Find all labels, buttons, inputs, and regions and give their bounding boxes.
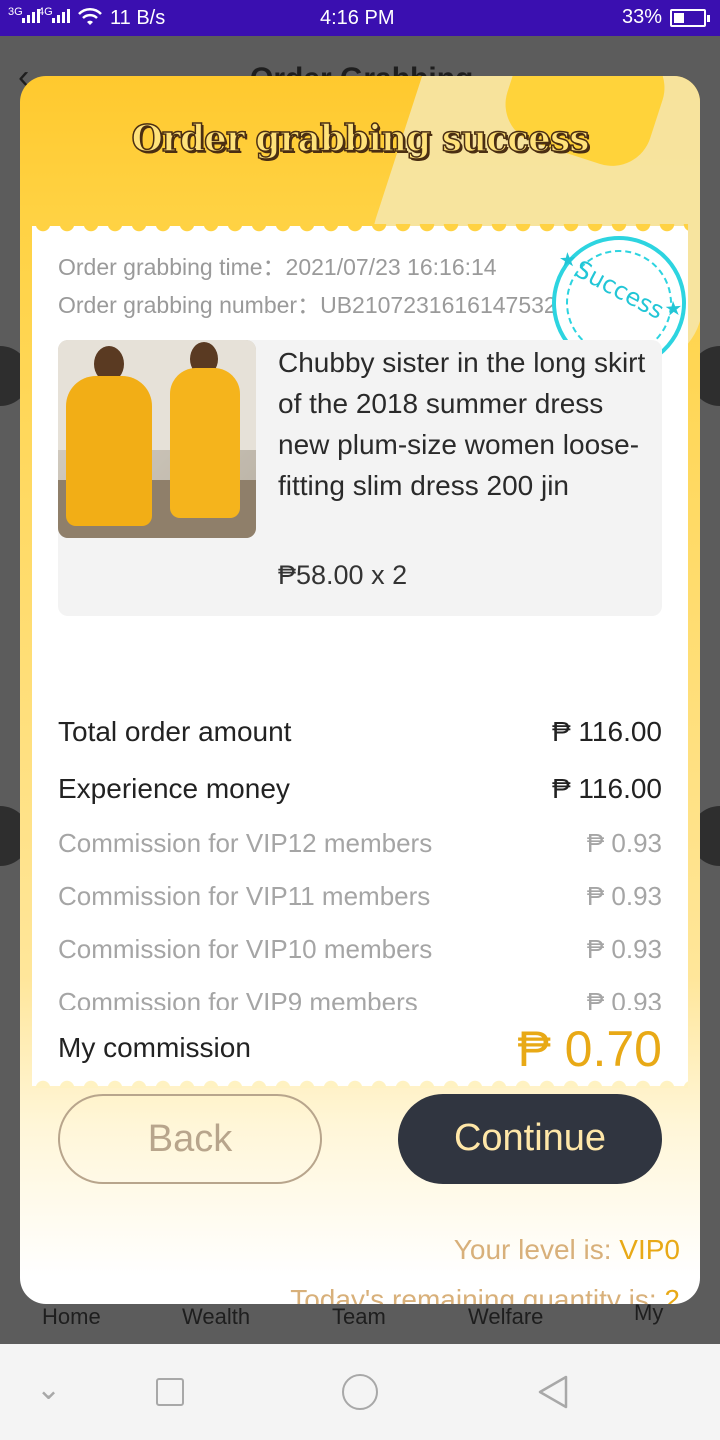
experience-money-value: ₱ 116.00 xyxy=(551,773,662,804)
commission-value: ₱ 0.93 xyxy=(586,987,662,1010)
product-price: ₱58.00 x 2 xyxy=(278,560,408,590)
product-image xyxy=(58,340,256,538)
status-bar: 3G 4G 11 B/s 4:16 PM 33% xyxy=(0,0,720,36)
order-time: Order grabbing time：2021/07/23 16:16:14 xyxy=(58,248,497,282)
ticket-edge xyxy=(32,224,688,238)
vip-level-value: VIP0 xyxy=(619,1234,680,1265)
battery-percent: 33% xyxy=(622,6,663,28)
experience-money-label: Experience money xyxy=(58,773,290,804)
commission-value: ₱ 0.93 xyxy=(586,934,662,964)
product-card: Chubby sister in the long skirt of the 2… xyxy=(58,340,662,616)
order-ticket: Order grabbing time：2021/07/23 16:16:14 … xyxy=(32,224,691,1088)
network-4g-label: 4G xyxy=(38,6,53,18)
network-3g-label: 3G xyxy=(8,6,23,18)
product-name: Chubby sister in the long skirt of the 2… xyxy=(278,347,646,501)
wifi-icon xyxy=(78,7,102,25)
tab-home[interactable]: Home xyxy=(42,1304,101,1330)
commission-value: ₱ 0.93 xyxy=(586,828,662,858)
vip-level: Your level is: VIP0 xyxy=(454,1234,680,1266)
network-speed: 11 B/s xyxy=(110,7,166,29)
remaining-quantity: Today's remaining quantity is: 2 xyxy=(290,1284,680,1304)
tab-welfare[interactable]: Welfare xyxy=(468,1304,543,1330)
back-button[interactable]: Back xyxy=(58,1094,322,1184)
clock: 4:16 PM xyxy=(320,7,395,29)
star-icon: ★ xyxy=(558,248,578,273)
battery-icon xyxy=(670,9,710,27)
chevron-down-icon[interactable]: ⌄ xyxy=(36,1372,61,1407)
tab-wealth[interactable]: Wealth xyxy=(182,1304,250,1330)
system-nav-bar: ⌄ xyxy=(0,1344,720,1440)
commission-label: Commission for VIP11 members xyxy=(58,881,431,911)
total-order-value: ₱ 116.00 xyxy=(551,716,662,747)
tab-team[interactable]: Team xyxy=(332,1304,386,1330)
triangle-back-icon[interactable] xyxy=(536,1374,570,1410)
commission-value: ₱ 0.93 xyxy=(586,881,662,911)
total-order-label: Total order amount xyxy=(58,716,292,747)
order-number-label: Order grabbing number： xyxy=(58,292,321,318)
order-time-value: 2021/07/23 16:16:14 xyxy=(285,254,497,280)
remaining-quantity-value: 2 xyxy=(664,1284,680,1304)
commission-list[interactable]: Commission for VIP12 members ₱ 0.93 Comm… xyxy=(32,826,688,1010)
dialog-title: Order grabbing success xyxy=(131,117,591,161)
success-dialog: Order grabbing success Order grabbing ti… xyxy=(20,76,700,1304)
order-number-value: UB2107231616147532 xyxy=(320,292,557,318)
order-number: Order grabbing number：UB2107231616147532 xyxy=(58,286,557,320)
commission-label: Commission for VIP12 members xyxy=(58,828,433,858)
continue-button[interactable]: Continue xyxy=(398,1094,662,1184)
ticket-edge xyxy=(32,1074,688,1088)
circle-home-icon[interactable] xyxy=(342,1374,378,1410)
square-recent-icon[interactable] xyxy=(156,1378,184,1406)
my-commission-value: ₱ 0.70 xyxy=(517,1021,662,1077)
commission-label: Commission for VIP9 members xyxy=(58,987,418,1010)
my-commission-label: My commission xyxy=(58,1032,251,1063)
order-time-label: Order grabbing time： xyxy=(58,254,286,280)
signal-icon xyxy=(52,9,70,23)
remaining-quantity-label: Today's remaining quantity is: xyxy=(290,1284,665,1304)
star-icon: ★ xyxy=(663,297,684,321)
vip-level-label: Your level is: xyxy=(453,1234,620,1265)
commission-label: Commission for VIP10 members xyxy=(58,934,433,964)
